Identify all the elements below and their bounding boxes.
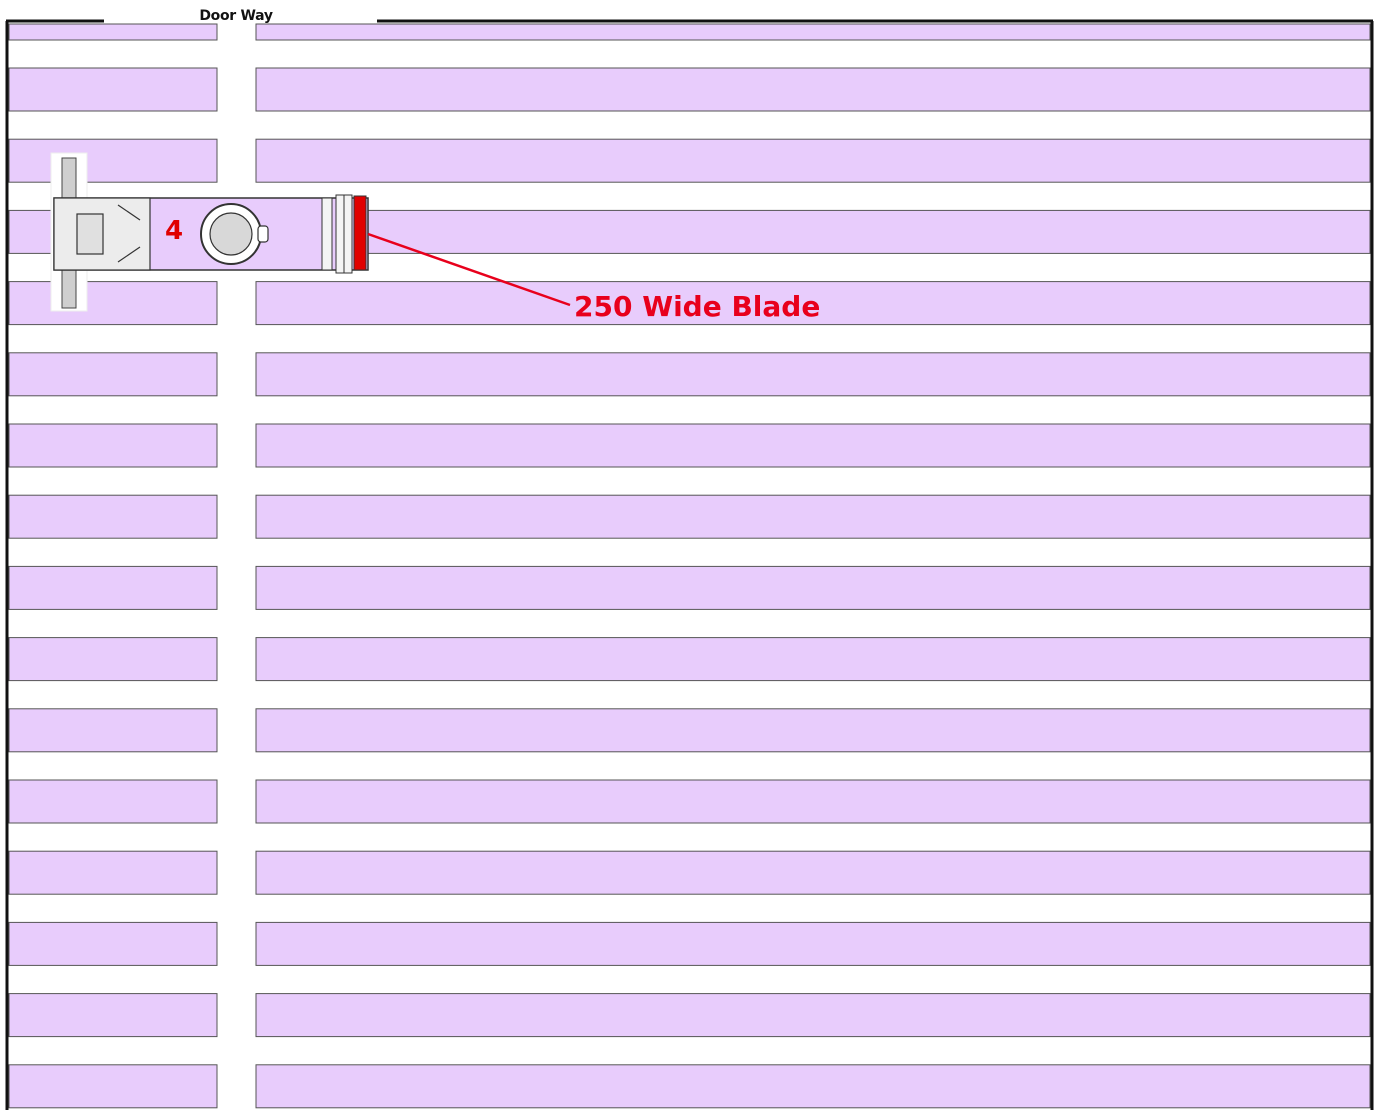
blade [353,195,367,271]
floor-strip-right [255,637,1371,682]
floor-strip-right [255,23,1371,41]
floor-strip-left [8,779,218,824]
floor-strip-left [8,993,218,1038]
blade-callout-label: 250 Wide Blade [574,290,821,323]
floor-strip-right [255,779,1371,824]
floor-strips [8,23,1371,1109]
floor-strip-right [255,67,1371,112]
machine-number-label: 4 [165,216,184,246]
floor-strip-left [8,281,218,326]
floor-strip-left [8,494,218,539]
floor-strip-right [255,708,1371,753]
machine-control-box [76,213,104,255]
floor-strip-left [8,138,218,183]
floor-plan-drawing [5,19,1374,1110]
floor-plan: Door Way 4 250 Wide Blade [0,0,1379,1110]
floor-strip-left [8,67,218,112]
floor-strip-left [8,352,218,397]
floor-strip-right [255,565,1371,610]
floor-strip-right [255,850,1371,895]
doorway-label: Door Way [199,8,273,24]
floor-strip-right [255,494,1371,539]
floor-strip-left [8,1064,218,1109]
floor-strip-left [8,850,218,895]
machine-wheel-bottom [61,267,77,309]
machine-wheel-top [61,157,77,199]
floor-strip-left [8,637,218,682]
floor-strip-right [255,1064,1371,1109]
floor-strip-right [255,352,1371,397]
floor-strip-right [255,423,1371,468]
floor-strip-right [255,921,1371,966]
floor-strip-left [8,921,218,966]
floor-strip-right [255,993,1371,1038]
floor-strip-left [8,23,218,41]
floor-strip-left [8,708,218,753]
floor-strip-left [8,423,218,468]
floor-strip-left [8,565,218,610]
floor-strip-right [255,138,1371,183]
floor-strip-right [255,209,1371,254]
